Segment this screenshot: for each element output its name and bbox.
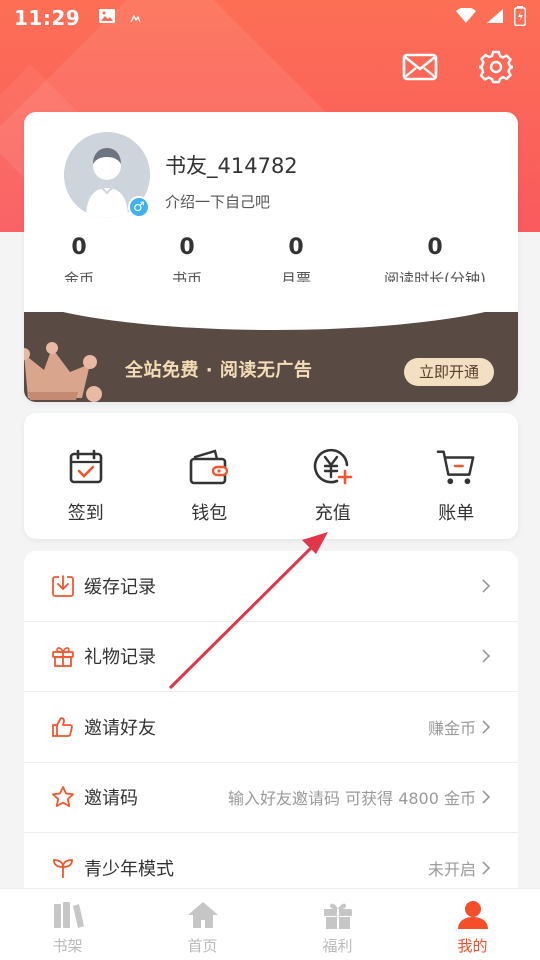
status-bar: 11:29 [0, 0, 540, 36]
quick-label: 钱包 [191, 503, 228, 524]
nav-bookshelf[interactable]: 书架 [0, 889, 135, 960]
menu-label: 缓存记录 [84, 576, 156, 598]
gift-icon [321, 899, 355, 931]
gear-icon[interactable] [476, 50, 516, 84]
nav-welfare[interactable]: 福利 [270, 889, 405, 960]
home-icon [186, 899, 220, 931]
stats-row: 0 金币 0 书币 0 月票 0 阅读时长(分钟) [24, 230, 518, 289]
menu-gift-records[interactable]: 礼物记录 [24, 622, 518, 692]
gift-icon [50, 643, 76, 669]
chevron-right-icon [480, 719, 492, 735]
wallet-icon [189, 447, 229, 487]
menu-invite-friends[interactable]: 邀请好友 赚金币 [24, 692, 518, 763]
vip-open-button[interactable]: 立即开通 [404, 358, 494, 386]
chevron-right-icon [480, 860, 492, 876]
battery-icon [513, 6, 527, 30]
image-notification-icon [98, 8, 116, 28]
gender-badge: ♂ [128, 196, 150, 218]
sprout-icon [50, 855, 76, 881]
profile-card: ♂ 书友_414782 介绍一下自己吧 0 金币 0 书币 0 月票 0 阅读时… [24, 112, 518, 402]
menu-invite-code[interactable]: 邀请码 输入好友邀请码 可获得 4800 金币 [24, 763, 518, 833]
user-icon [456, 899, 490, 931]
bookshelf-icon [51, 899, 85, 931]
chevron-right-icon [480, 789, 492, 805]
stat-book-coin[interactable]: 0 书币 [134, 230, 240, 289]
nav-home[interactable]: 首页 [135, 889, 270, 960]
stat-value: 0 [179, 235, 195, 260]
menu-value: 输入好友邀请码 可获得 4800 金币 [228, 789, 476, 809]
status-time: 11:29 [14, 6, 81, 30]
quick-actions: 签到 钱包 充值 账单 [24, 413, 518, 539]
menu-label: 邀请码 [84, 788, 138, 810]
menu-label: 礼物记录 [84, 647, 156, 669]
menu-value: 赚金币 [427, 718, 476, 738]
stat-reading-time[interactable]: 0 阅读时长(分钟) [352, 230, 518, 289]
menu-label: 青少年模式 [84, 859, 174, 881]
nav-label: 我的 [457, 937, 488, 955]
quick-sign-in[interactable]: 签到 [24, 413, 148, 539]
thumbs-up-icon [50, 714, 76, 740]
nav-mine[interactable]: 我的 [405, 889, 540, 960]
username[interactable]: 书友_414782 [165, 150, 298, 180]
star-icon [50, 784, 76, 810]
stat-value: 0 [288, 235, 304, 260]
yen-coin-icon [313, 447, 353, 487]
quick-label: 签到 [67, 503, 104, 524]
stat-value: 0 [71, 235, 87, 260]
crown-icon [24, 332, 106, 402]
chevron-right-icon [480, 578, 492, 594]
stat-monthly-ticket[interactable]: 0 月票 [240, 230, 352, 289]
app-notification-icon [130, 9, 144, 28]
menu-value: 未开启 [427, 860, 476, 880]
nav-label: 首页 [187, 937, 218, 955]
quick-label: 充值 [314, 503, 351, 524]
quick-label: 账单 [438, 503, 475, 524]
bio[interactable]: 介绍一下自己吧 [165, 191, 270, 212]
vip-text: 全站免费 · 阅读无广告 [125, 360, 313, 381]
quick-recharge[interactable]: 充值 [271, 413, 395, 539]
quick-wallet[interactable]: 钱包 [148, 413, 272, 539]
menu-list: 缓存记录 礼物记录 邀请好友 赚金币 邀请码 输入好友邀请码 可获得 4800 … [24, 551, 518, 896]
quick-bill[interactable]: 账单 [395, 413, 519, 539]
download-icon [50, 573, 76, 599]
signal-icon [486, 8, 504, 28]
menu-teen-mode[interactable]: 青少年模式 未开启 [24, 833, 518, 896]
stat-gold[interactable]: 0 金币 [24, 230, 134, 289]
cart-icon [436, 447, 476, 487]
wifi-icon [456, 7, 476, 28]
menu-label: 邀请好友 [84, 717, 156, 739]
calendar-check-icon [66, 447, 106, 487]
chevron-right-icon [480, 648, 492, 664]
menu-cache-records[interactable]: 缓存记录 [24, 551, 518, 622]
bottom-nav: 书架 首页 福利 我的 [0, 888, 540, 960]
vip-banner[interactable]: 全站免费 · 阅读无广告 立即开通 [24, 282, 518, 402]
nav-label: 福利 [322, 937, 353, 955]
nav-label: 书架 [52, 937, 83, 955]
stat-value: 0 [427, 235, 443, 260]
mail-icon[interactable] [400, 50, 440, 84]
